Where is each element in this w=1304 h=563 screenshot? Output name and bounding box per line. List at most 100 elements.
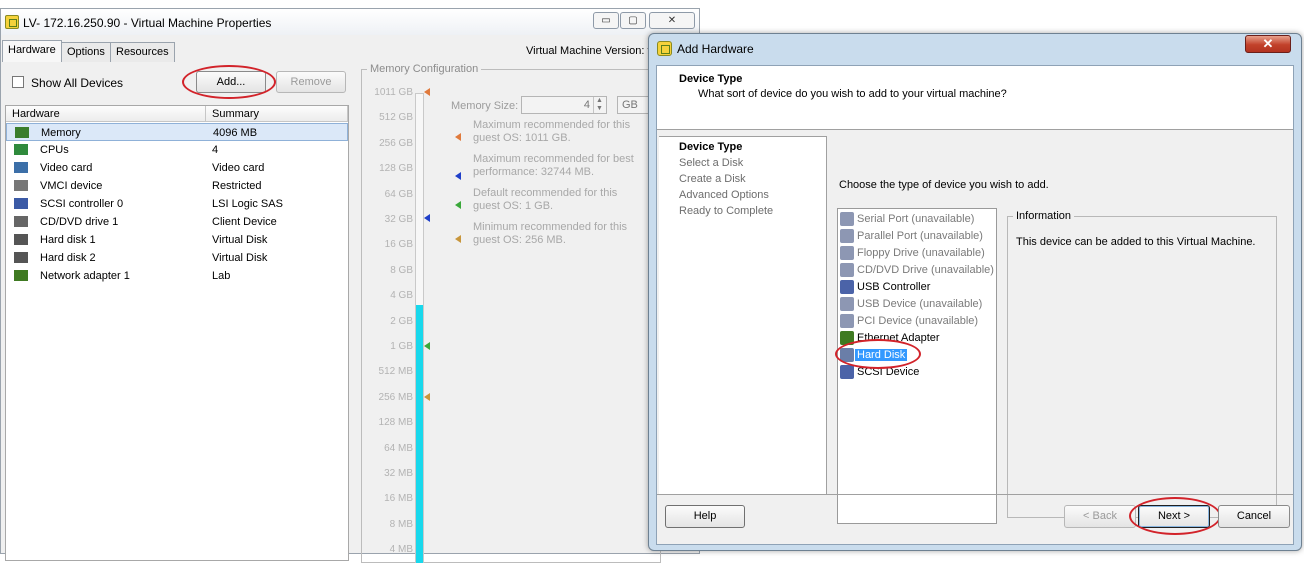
step-device-type: Device Type bbox=[679, 141, 743, 153]
cancel-button[interactable]: Cancel bbox=[1218, 505, 1290, 528]
hint-max-os: Maximum recommended for this guest OS: 1… bbox=[473, 119, 631, 144]
max-os-marker-icon bbox=[424, 88, 430, 96]
hardware-column-header[interactable]: Hardware bbox=[6, 106, 206, 122]
summary-column-header[interactable]: Summary bbox=[206, 106, 348, 122]
hardware-name: Hard disk 2 bbox=[40, 252, 96, 264]
tab-resources[interactable]: Resources bbox=[110, 42, 175, 62]
step-advanced-options: Advanced Options bbox=[679, 189, 769, 201]
hardware-row[interactable]: Video card Video card bbox=[6, 159, 348, 177]
wizard-header-title: Device Type bbox=[679, 73, 743, 85]
memory-scale-label: 512 GB bbox=[379, 112, 413, 124]
tab-options[interactable]: Options bbox=[61, 42, 111, 62]
remove-button[interactable]: Remove bbox=[276, 71, 346, 93]
scsi-icon bbox=[14, 198, 28, 209]
memory-scale-label: 256 MB bbox=[378, 391, 413, 403]
minimum-marker-icon bbox=[424, 393, 430, 401]
memory-scale-label: 64 MB bbox=[384, 442, 413, 454]
parallel-port-icon bbox=[840, 229, 854, 243]
device-type-list[interactable]: Serial Port (unavailable) Parallel Port (… bbox=[835, 208, 997, 524]
memory-scale-label: 256 GB bbox=[379, 137, 413, 149]
hardware-row[interactable]: VMCI device Restricted bbox=[6, 177, 348, 195]
hardware-row[interactable]: CD/DVD drive 1 Client Device bbox=[6, 213, 348, 231]
memory-scale-label: 128 MB bbox=[378, 417, 413, 429]
hardware-name: CD/DVD drive 1 bbox=[40, 216, 119, 228]
vm-version-label: Virtual Machine Version: v bbox=[526, 45, 653, 57]
choose-device-instruction: Choose the type of device you wish to ad… bbox=[839, 179, 1049, 191]
vm-window-title: LV- 172.16.250.90 - Virtual Machine Prop… bbox=[23, 16, 272, 30]
next-button[interactable]: Next > bbox=[1138, 505, 1210, 528]
device-list-label: Serial Port (unavailable) bbox=[857, 213, 975, 225]
hint-default-icon bbox=[455, 201, 461, 209]
hardware-row[interactable]: SCSI controller 0 LSI Logic SAS bbox=[6, 195, 348, 213]
vm-properties-window: LV- 172.16.250.90 - Virtual Machine Prop… bbox=[0, 8, 700, 563]
memory-scale-label: 8 MB bbox=[389, 518, 413, 530]
button-bar-divider bbox=[657, 494, 1293, 495]
device-list-label: SCSI Device bbox=[857, 366, 920, 378]
network-icon bbox=[840, 331, 854, 345]
hardware-rows: Memory 4096 MB CPUs 4 Video card Video card VM… bbox=[6, 123, 348, 323]
hardware-row[interactable]: Hard disk 1 Virtual Disk bbox=[6, 231, 348, 249]
vmware-logo-icon bbox=[5, 15, 19, 29]
cd-icon bbox=[14, 216, 28, 227]
tab-hardware[interactable]: Hardware bbox=[2, 40, 62, 62]
disk-icon bbox=[14, 234, 28, 245]
add-button[interactable]: Add... bbox=[196, 71, 266, 93]
hardware-row[interactable]: CPUs 4 bbox=[6, 141, 348, 159]
hardware-summary: 4096 MB bbox=[213, 127, 258, 139]
hardware-summary: Virtual Disk bbox=[212, 234, 268, 246]
wizard-header-subtitle: What sort of device do you wish to add t… bbox=[698, 88, 1007, 100]
memory-scale-label: 2 GB bbox=[390, 315, 413, 327]
hint-max-performance: Maximum recommended for best performance… bbox=[473, 153, 634, 178]
device-list-label: Parallel Port (unavailable) bbox=[857, 230, 983, 242]
add-hardware-dialog: Add Hardware ✕ Device Type What sort of … bbox=[648, 33, 1302, 551]
hint-minimum-icon bbox=[455, 235, 461, 243]
memory-scale-label: 1011 GB bbox=[374, 87, 413, 98]
cpu-icon bbox=[14, 144, 28, 155]
default-marker-icon bbox=[424, 342, 430, 350]
hint-minimum: Minimum recommended for this guest OS: 2… bbox=[473, 221, 628, 246]
information-text: This device can be added to this Virtual… bbox=[1016, 236, 1256, 248]
hardware-row[interactable]: Network adapter 1 Lab bbox=[6, 267, 348, 285]
vm-window-titlebar[interactable]: LV- 172.16.250.90 - Virtual Machine Prop… bbox=[1, 9, 699, 35]
maximize-button[interactable]: ▢ bbox=[620, 12, 646, 29]
memory-scale: 1011 GB 512 GB 256 GB 128 GB 64 GB 32 GB 16 GB… bbox=[1, 9, 413, 555]
disk-icon bbox=[840, 348, 854, 362]
vm-close-button[interactable]: ✕ bbox=[649, 12, 695, 29]
hardware-row[interactable]: Memory 4096 MB bbox=[6, 123, 348, 141]
dialog-close-button[interactable]: ✕ bbox=[1245, 35, 1291, 53]
usb-icon bbox=[840, 280, 854, 294]
device-list-label: PCI Device (unavailable) bbox=[857, 315, 979, 327]
memory-scale-label: 64 GB bbox=[384, 188, 413, 200]
back-button[interactable]: < Back bbox=[1064, 505, 1136, 528]
minimize-button[interactable]: ▭ bbox=[593, 12, 619, 29]
usb-device-icon bbox=[840, 297, 854, 311]
max-performance-marker-icon bbox=[424, 214, 430, 222]
help-button[interactable]: Help bbox=[665, 505, 745, 528]
show-all-devices-checkbox[interactable] bbox=[12, 76, 24, 88]
cd-icon bbox=[840, 263, 854, 277]
step-select-disk: Select a Disk bbox=[679, 157, 744, 169]
memory-icon bbox=[15, 127, 29, 138]
monitor-icon bbox=[14, 162, 28, 173]
memory-size-spinner[interactable]: ▲ ▼ bbox=[593, 97, 605, 113]
device-list-label: Floppy Drive (unavailable) bbox=[857, 247, 985, 259]
dialog-body: Device Type What sort of device do you w… bbox=[656, 65, 1294, 545]
hardware-summary: Lab bbox=[212, 270, 231, 282]
information-group bbox=[1007, 216, 1277, 518]
hardware-name: Hard disk 1 bbox=[40, 234, 96, 246]
memory-scale-label: 16 MB bbox=[384, 493, 413, 505]
vmware-logo-icon bbox=[657, 41, 672, 56]
device-list-label: USB Device (unavailable) bbox=[857, 298, 983, 310]
memory-scale-label: 512 MB bbox=[378, 366, 413, 378]
memory-slider-fill bbox=[416, 305, 423, 563]
hardware-summary: Video card bbox=[212, 162, 265, 174]
device-list-label: Hard Disk bbox=[855, 349, 908, 361]
device-list-label: USB Controller bbox=[857, 281, 931, 293]
hardware-name: CPUs bbox=[40, 144, 69, 156]
memory-scale-label: 32 GB bbox=[384, 214, 413, 225]
memory-unit-select[interactable]: GB bbox=[617, 96, 651, 114]
hardware-row[interactable]: Hard disk 2 Virtual Disk bbox=[6, 249, 348, 267]
hardware-name: Video card bbox=[40, 162, 93, 174]
memory-scale-label: 4 GB bbox=[390, 290, 413, 302]
pci-icon bbox=[840, 314, 854, 328]
